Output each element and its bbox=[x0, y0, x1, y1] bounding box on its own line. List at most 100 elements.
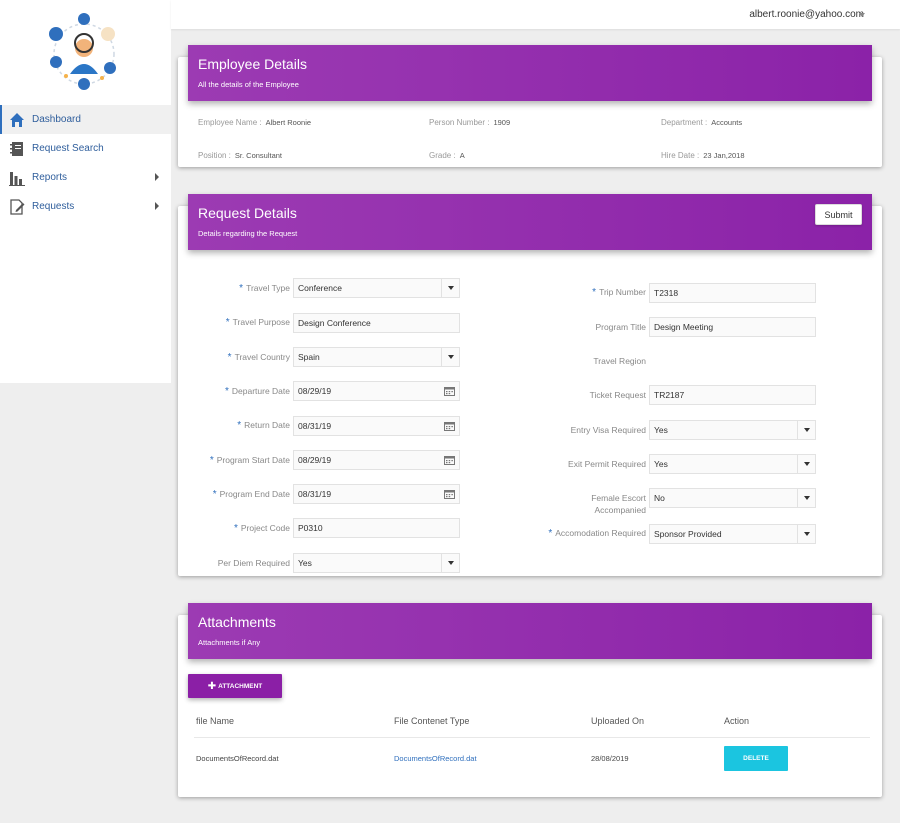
calendar-icon[interactable] bbox=[444, 386, 455, 396]
cell-content-type-link[interactable]: DocumentsOfRecord.dat bbox=[394, 754, 477, 763]
trip-number-label: * Trip Number bbox=[592, 287, 646, 298]
card-subtitle: Details regarding the Request bbox=[198, 229, 298, 238]
per-diem-select[interactable]: Yes bbox=[293, 553, 460, 573]
attachments-header: Attachments Attachments if Any bbox=[188, 603, 872, 659]
project-code-label: * Project Code bbox=[233, 523, 290, 534]
card-title: Request Details bbox=[198, 205, 297, 221]
sidebar: Dashboard Request Search Reports Request… bbox=[0, 0, 171, 383]
grade-field: Grade :A bbox=[429, 151, 465, 160]
cell-uploaded-on: 28/08/2019 bbox=[591, 754, 629, 763]
per-diem-label: Per Diem Required bbox=[217, 558, 290, 568]
travel-agent-logo-icon bbox=[49, 13, 116, 90]
user-menu[interactable]: albert.roonie@yahoo.com bbox=[749, 9, 864, 20]
edit-document-icon bbox=[9, 198, 25, 215]
program-start-date-input[interactable]: 08/29/19 bbox=[293, 450, 460, 470]
employee-details-card: Employee Details All the details of the … bbox=[178, 45, 882, 167]
cell-file-name: DocumentsOfRecord.dat bbox=[196, 754, 279, 763]
ticket-request-input[interactable]: TR2187 bbox=[649, 385, 816, 405]
chevron-down-icon[interactable] bbox=[797, 421, 815, 439]
table-divider bbox=[194, 737, 870, 738]
departure-date-label: * Departure Date bbox=[224, 386, 290, 397]
bar-chart-icon bbox=[9, 170, 25, 186]
sidebar-item-label: Request Search bbox=[32, 143, 104, 154]
person-number-value: 1909 bbox=[493, 118, 511, 127]
travel-purpose-input[interactable]: Design Conference bbox=[293, 313, 460, 333]
hire-date-field: Hire Date :23 Jan,2018 bbox=[661, 151, 745, 160]
sidebar-item-requests[interactable]: Requests bbox=[0, 192, 171, 221]
female-escort-select[interactable]: No bbox=[649, 488, 816, 508]
project-code-input[interactable]: P0310 bbox=[293, 518, 460, 538]
entry-visa-label: Entry Visa Required bbox=[570, 425, 646, 435]
employee-details-header: Employee Details All the details of the … bbox=[188, 45, 872, 101]
program-end-date-input[interactable]: 08/31/19 bbox=[293, 484, 460, 504]
travel-purpose-label: * Travel Purpose bbox=[225, 317, 290, 328]
employee-name-field: Employee Name : Albert Roonie bbox=[198, 118, 312, 127]
departure-date-input[interactable]: 08/29/19 bbox=[293, 381, 460, 401]
calendar-icon[interactable] bbox=[444, 489, 455, 499]
column-header-content-type: File Contenet Type bbox=[394, 716, 470, 726]
return-date-input[interactable]: 08/31/19 bbox=[293, 416, 460, 436]
entry-visa-select[interactable]: Yes bbox=[649, 420, 816, 440]
sidebar-item-label: Dashboard bbox=[32, 114, 81, 125]
card-subtitle: Attachments if Any bbox=[198, 638, 261, 647]
sidebar-item-request-search[interactable]: Request Search bbox=[0, 134, 171, 163]
travel-country-label: * Travel Country bbox=[227, 352, 290, 363]
exit-permit-label: Exit Permit Required bbox=[568, 459, 646, 469]
card-subtitle: All the details of the Employee bbox=[198, 80, 299, 89]
home-icon bbox=[9, 112, 25, 128]
chevron-down-icon[interactable] bbox=[859, 13, 865, 17]
column-header-file-name: file Name bbox=[196, 716, 235, 726]
female-escort-label: Female Escort Accompanied bbox=[591, 493, 646, 515]
chevron-down-icon[interactable] bbox=[441, 348, 459, 366]
ticket-request-label: Ticket Request bbox=[589, 390, 646, 400]
calendar-icon[interactable] bbox=[444, 455, 455, 465]
sidebar-item-label: Reports bbox=[32, 172, 68, 183]
request-details-header: Request Details Details regarding the Re… bbox=[188, 194, 872, 250]
department-value: Accounts bbox=[711, 118, 743, 127]
chevron-down-icon[interactable] bbox=[797, 525, 815, 543]
sidebar-item-label: Requests bbox=[32, 201, 75, 212]
program-start-date-label: * Program Start Date bbox=[209, 455, 290, 466]
attachments-card: Attachments Attachments if Any ✚ ATTACHM… bbox=[178, 603, 882, 797]
top-bar: albert.roonie@yahoo.com bbox=[171, 0, 900, 29]
column-header-action: Action bbox=[724, 716, 750, 726]
calendar-icon[interactable] bbox=[444, 421, 455, 431]
travel-type-select[interactable]: Conference bbox=[293, 278, 460, 298]
program-end-date-label: * Program End Date bbox=[212, 489, 290, 500]
chevron-down-icon[interactable] bbox=[441, 554, 459, 572]
travel-type-label: * Travel Type bbox=[239, 283, 290, 294]
card-title: Attachments bbox=[198, 614, 276, 630]
department-field: Department : Accounts bbox=[661, 118, 743, 127]
card-title: Employee Details bbox=[198, 56, 307, 72]
hire-date-value: 23 Jan,2018 bbox=[703, 151, 745, 160]
submit-button[interactable]: Submit bbox=[815, 204, 862, 225]
chevron-right-icon bbox=[155, 202, 159, 210]
person-number-field: Person Number :1909 bbox=[429, 118, 511, 127]
plus-icon: ✚ bbox=[207, 680, 217, 692]
exit-permit-select[interactable]: Yes bbox=[649, 454, 816, 474]
grade-value: A bbox=[459, 151, 465, 160]
sidebar-item-reports[interactable]: Reports bbox=[0, 163, 171, 192]
trip-number-input[interactable]: T2318 bbox=[649, 283, 816, 303]
column-header-uploaded-on: Uploaded On bbox=[591, 716, 645, 726]
program-title-input[interactable]: Design Meeting bbox=[649, 317, 816, 337]
travel-country-select[interactable]: Spain bbox=[293, 347, 460, 367]
accommodation-select[interactable]: Sponsor Provided bbox=[649, 524, 816, 544]
add-attachment-button[interactable]: ✚ ATTACHMENT bbox=[188, 674, 282, 698]
sidebar-item-dashboard[interactable]: Dashboard bbox=[0, 105, 171, 134]
chevron-right-icon bbox=[155, 173, 159, 181]
chevron-down-icon[interactable] bbox=[441, 279, 459, 297]
program-title-label: Program Title bbox=[595, 322, 646, 332]
request-details-card: Request Details Details regarding the Re… bbox=[178, 194, 882, 576]
chevron-down-icon[interactable] bbox=[797, 455, 815, 473]
chevron-down-icon[interactable] bbox=[797, 489, 815, 507]
travel-region-label: Travel Region bbox=[593, 356, 646, 366]
sidebar-nav: Dashboard Request Search Reports Request… bbox=[0, 105, 171, 221]
return-date-label: * Return Date bbox=[237, 420, 290, 431]
accommodation-label: * Accomodation Required bbox=[548, 528, 646, 539]
notebook-icon bbox=[9, 141, 25, 157]
employee-name-value: Albert Roonie bbox=[265, 118, 312, 127]
delete-button[interactable]: DELETE bbox=[724, 746, 788, 771]
position-field: Position : Sr. Consultant bbox=[198, 151, 283, 160]
position-value: Sr. Consultant bbox=[234, 151, 283, 160]
